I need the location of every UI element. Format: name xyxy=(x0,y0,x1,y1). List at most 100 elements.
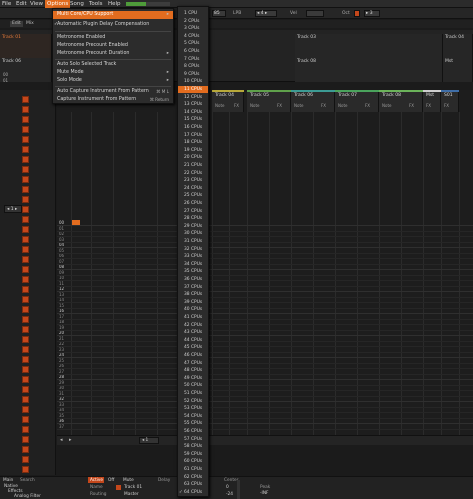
cpu-menu-item[interactable]: 15 CPUs xyxy=(178,116,208,123)
sequencer-slot[interactable] xyxy=(22,216,29,223)
sequencer-slot[interactable] xyxy=(22,146,29,153)
cpu-menu-item[interactable]: 9 CPUs xyxy=(178,71,208,78)
cpu-menu-item[interactable]: 22 CPUs xyxy=(178,170,208,177)
cpu-menu-item[interactable]: 53 CPUs xyxy=(178,405,208,412)
cpu-menu-item[interactable]: 38 CPUs xyxy=(178,291,208,298)
menu-edit[interactable]: Edit xyxy=(16,0,27,8)
page-left-icon[interactable]: ◂ xyxy=(142,438,144,443)
track-header-04[interactable]: Track 04 Note FX xyxy=(212,90,244,112)
options-menu-item[interactable]: Solo Mode ▸ xyxy=(53,77,173,85)
options-menu-item[interactable]: Capture Instrument From Pattern ⌘ Return xyxy=(53,96,173,104)
cpu-menu-item[interactable]: 17 CPUs xyxy=(178,132,208,139)
sequencer-slot[interactable] xyxy=(22,416,29,423)
sequencer-slot[interactable] xyxy=(22,316,29,323)
cpu-menu-item[interactable]: 12 CPUs xyxy=(178,94,208,101)
track-header-08[interactable]: Track 08 Note FX xyxy=(379,90,423,112)
track-header-06[interactable]: Track 06 Note FX xyxy=(291,90,335,112)
menu-help[interactable]: Help xyxy=(108,0,121,8)
sequencer-slot[interactable] xyxy=(22,126,29,133)
page-field[interactable]: ◂ 1 xyxy=(139,437,159,444)
lpb-right-icon[interactable]: ▸ xyxy=(265,11,267,16)
bpm-field[interactable]: 85 xyxy=(212,10,226,17)
options-menu-item[interactable]: Metronome Precount Enabled xyxy=(53,42,173,50)
cpu-menu-item[interactable]: 5 CPUs xyxy=(178,40,208,47)
sequencer-slot[interactable] xyxy=(22,346,29,353)
sequencer-slot[interactable] xyxy=(22,136,29,143)
sequencer-slot[interactable] xyxy=(22,356,29,363)
cpu-menu-item[interactable]: 40 CPUs xyxy=(178,306,208,313)
cpu-menu-item[interactable]: 18 CPUs xyxy=(178,139,208,146)
cpu-menu-item[interactable]: 43 CPUs xyxy=(178,329,208,336)
cpu-menu-item[interactable]: 61 CPUs xyxy=(178,466,208,473)
cpu-menu-item[interactable]: 57 CPUs xyxy=(178,436,208,443)
bottom-right-icon[interactable]: ▸ xyxy=(69,437,72,443)
track-header-05[interactable]: Track 05 Note FX xyxy=(247,90,291,112)
sequencer-slot[interactable] xyxy=(22,276,29,283)
track-header-s01[interactable]: S01 FX xyxy=(441,90,459,112)
cpu-menu-item[interactable]: 3 CPUs xyxy=(178,25,208,32)
cpu-menu-item[interactable]: 25 CPUs xyxy=(178,192,208,199)
sequencer-slot[interactable] xyxy=(22,396,29,403)
cpu-menu-item[interactable]: 33 CPUs xyxy=(178,253,208,260)
tab-active[interactable]: Active xyxy=(88,477,104,483)
menu-file[interactable]: File xyxy=(2,0,11,8)
tab-mix[interactable]: Mix xyxy=(24,21,36,27)
cpu-menu-item[interactable]: 28 CPUs xyxy=(178,215,208,222)
cpu-menu-item[interactable]: 34 CPUs xyxy=(178,261,208,268)
track-header-07[interactable]: Track 07 Note FX xyxy=(335,90,379,112)
cpu-menu-item[interactable]: 56 CPUs xyxy=(178,428,208,435)
options-menu-item[interactable]: Auto Capture Instrument From Pattern ⌘ M … xyxy=(53,88,173,96)
sequencer-slot[interactable] xyxy=(22,106,29,113)
sequencer-slot[interactable] xyxy=(22,376,29,383)
cpu-menu-item[interactable]: 60 CPUs xyxy=(178,458,208,465)
cpu-menu-item[interactable]: 32 CPUs xyxy=(178,246,208,253)
cpu-menu-item[interactable]: 13 CPUs xyxy=(178,101,208,108)
cpu-menu-item[interactable]: 49 CPUs xyxy=(178,375,208,382)
options-menu-item[interactable]: Mute Mode ▸ xyxy=(53,69,173,77)
cpu-menu-item[interactable]: 41 CPUs xyxy=(178,314,208,321)
tab-edit[interactable]: Edit xyxy=(10,21,23,27)
sequencer-slot[interactable] xyxy=(22,406,29,413)
bottom-left-icon[interactable]: ◂ xyxy=(60,437,63,443)
cpu-menu-item[interactable]: 51 CPUs xyxy=(178,390,208,397)
sequencer-slot[interactable] xyxy=(22,226,29,233)
cpu-menu-item[interactable]: 14 CPUs xyxy=(178,109,208,116)
options-menu-item[interactable]: Multi Core/CPU Support ▸ xyxy=(53,11,173,19)
search-label[interactable]: Search xyxy=(20,478,35,483)
sequencer-slot[interactable] xyxy=(22,336,29,343)
cpu-menu-item[interactable]: 20 CPUs xyxy=(178,154,208,161)
sequencer-slot[interactable] xyxy=(22,326,29,333)
cpu-menu-item[interactable]: 52 CPUs xyxy=(178,398,208,405)
sequencer-slot[interactable] xyxy=(22,156,29,163)
cpu-menu-item[interactable]: 23 CPUs xyxy=(178,177,208,184)
cpu-menu-item[interactable]: 26 CPUs xyxy=(178,200,208,207)
menu-tools[interactable]: Tools xyxy=(89,0,103,8)
menu-view[interactable]: View xyxy=(30,0,43,8)
sequencer-slot[interactable] xyxy=(22,296,29,303)
tab-off[interactable]: Off xyxy=(108,478,114,483)
sequencer-slot[interactable] xyxy=(22,236,29,243)
cpu-menu-item[interactable]: 2 CPUs xyxy=(178,18,208,25)
cpu-menu-item[interactable]: 45 CPUs xyxy=(178,344,208,351)
cpu-menu-item[interactable]: 6 CPUs xyxy=(178,48,208,55)
sequencer-slot[interactable] xyxy=(22,176,29,183)
options-menu-item[interactable]: ✓ Automatic Plugin Delay Compensation xyxy=(53,21,173,29)
tab-mute[interactable]: Mute xyxy=(123,478,134,483)
oct-field[interactable]: ▸ 3 xyxy=(364,10,380,17)
cpu-menu-item[interactable]: 48 CPUs xyxy=(178,367,208,374)
sequencer-slot[interactable] xyxy=(22,206,29,213)
cpu-menu-item[interactable]: 63 CPUs xyxy=(178,481,208,488)
sequencer-left-icon[interactable]: ◂ xyxy=(7,207,9,212)
overview-cell-track03[interactable]: Track 03 xyxy=(295,34,443,58)
overview-cell-mst[interactable]: Mst xyxy=(443,58,473,82)
cpu-menu-item[interactable]: 29 CPUs xyxy=(178,223,208,230)
record-indicator[interactable] xyxy=(354,10,360,17)
cpu-menu-item[interactable]: 39 CPUs xyxy=(178,299,208,306)
cpu-menu-item[interactable]: 4 CPUs xyxy=(178,33,208,40)
menu-options[interactable]: Options xyxy=(45,0,71,8)
sequencer-slot[interactable] xyxy=(22,166,29,173)
track-color-swatch[interactable] xyxy=(116,485,121,490)
cpu-menu-item[interactable]: 35 CPUs xyxy=(178,268,208,275)
options-menu-item[interactable]: Auto Solo Selected Track xyxy=(53,61,173,69)
sequencer-slot[interactable] xyxy=(22,246,29,253)
